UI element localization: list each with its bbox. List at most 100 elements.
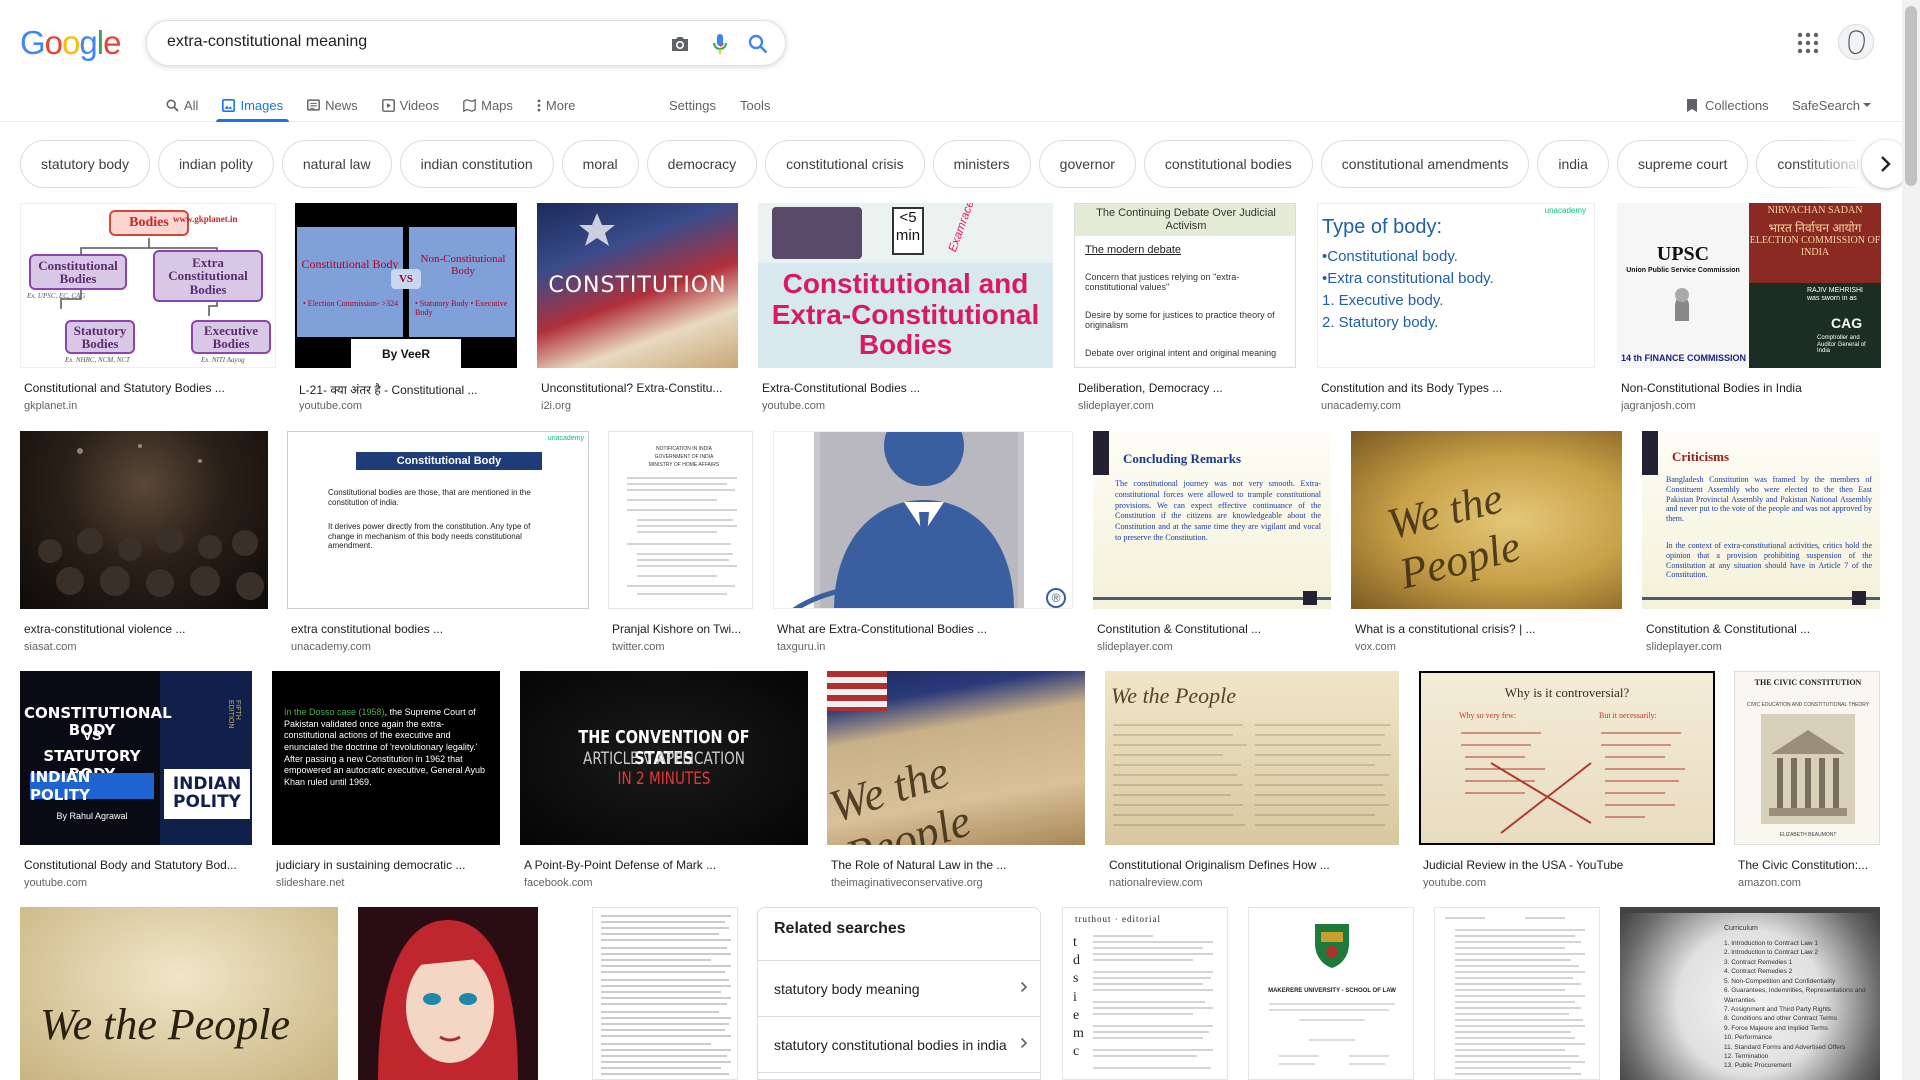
thumb-text: NOTIFICATION IN INDIA — [655, 446, 713, 452]
result-source: gkplanet.in — [24, 400, 78, 412]
tab-videos[interactable]: Videos — [381, 88, 452, 122]
thumb-text: Executive Bodies — [191, 320, 271, 354]
thumb-text: Constitutional Body — [301, 257, 399, 272]
image-result[interactable]: <5 min Examrace Constitutional and Extra… — [758, 203, 1053, 413]
image-result[interactable]: CONSTITUTIONAL BODY VS STATUTORY BODY IN… — [20, 671, 252, 893]
thumb-text: 2. Introduction to Contract Law 2 — [1724, 949, 1818, 957]
related-searches: Related searches statutory body meaning … — [757, 907, 1041, 1080]
thumb-text: Non-Constitutional Body — [420, 252, 506, 277]
apps-grid-icon[interactable] — [1796, 31, 1820, 55]
result-thumbnail: unacademy Constitutional Body Constituti… — [287, 431, 589, 609]
image-result[interactable]: NOTIFICATION IN INDIA GOVERNMENT OF INDI… — [608, 431, 753, 653]
chip[interactable]: statutory body — [20, 140, 150, 188]
image-result[interactable]: THE CONVENTION OF STATES ARTICLE V APPLI… — [520, 671, 808, 893]
tools-link[interactable]: Tools — [740, 88, 770, 122]
result-thumbnail: Criticisms Bangladesh Constitution was f… — [1642, 431, 1880, 609]
scrollbar-thumb[interactable] — [1905, 6, 1917, 186]
chip[interactable]: moral — [561, 140, 639, 188]
search-icon[interactable] — [745, 31, 771, 57]
related-search-item[interactable] — [758, 1072, 1040, 1079]
chip[interactable]: governor — [1038, 140, 1136, 188]
tab-more[interactable]: More — [537, 88, 588, 122]
result-thumbnail: <5 min Examrace Constitutional and Extra… — [758, 203, 1053, 368]
settings-link[interactable]: Settings — [669, 88, 716, 122]
tab-maps[interactable]: Maps — [463, 88, 525, 122]
image-result[interactable]: CONSTITUTION Unconstitutional? Extra-Con… — [537, 203, 738, 413]
tab-images[interactable]: Images — [216, 88, 295, 122]
header: Google All Images Ne — [0, 0, 1920, 122]
image-result[interactable]: We the People The Role of Natural Law in… — [827, 671, 1085, 893]
chip[interactable]: supreme court — [1616, 140, 1749, 188]
image-result[interactable] — [592, 907, 738, 1080]
collections-link[interactable]: Collections — [1686, 88, 1769, 122]
related-search-item[interactable]: statutory constitutional bodies in india — [758, 1016, 1040, 1072]
map-icon — [463, 98, 476, 112]
image-result[interactable]: MAKERERE UNIVERSITY - SCHOOL OF LAW — [1248, 907, 1414, 1080]
thumb-text: Constitutional bodies are those, that ar… — [328, 488, 531, 507]
thumb-text: Concern that justices relying on "extra-… — [1085, 272, 1240, 292]
chip[interactable]: constitutional crisis — [765, 140, 925, 188]
thumb-text: RAJIV MEHRISHI was sworn in as — [1807, 287, 1864, 303]
thumb-text: 13. Public Procurement — [1724, 1062, 1792, 1070]
image-result[interactable]: In the Dosso case (1958), the Supreme Co… — [272, 671, 500, 893]
avatar[interactable] — [1838, 24, 1874, 60]
thumb-text: ELIZABETH BEAUMONT — [1779, 832, 1837, 838]
chip[interactable]: indian constitution — [399, 140, 554, 188]
thumb-text: Ex. UPSC, EC, CAG — [27, 292, 86, 300]
thumb-text: ARTICLE V APPLICATION — [583, 749, 745, 769]
image-result[interactable]: Concluding Remarks The constitutional jo… — [1093, 431, 1331, 653]
thumb-text: ELECTION COMMISSION OF INDIA — [1749, 235, 1881, 258]
image-result[interactable]: Criticisms Bangladesh Constitution was f… — [1642, 431, 1880, 653]
thumb-text: CAG — [1831, 315, 1863, 331]
chip[interactable]: constitutional amendments — [1320, 140, 1530, 188]
chip[interactable]: natural law — [281, 140, 392, 188]
image-result[interactable]: Why is it controversial? Why so very few… — [1419, 671, 1715, 893]
image-result[interactable]: unacademy Type of body: •Constitutional … — [1317, 203, 1595, 413]
result-thumbnail: Bodies www.gkplanet.in Constitutional Bo… — [20, 203, 276, 368]
image-result[interactable]: unacademy Constitutional Body Constituti… — [287, 431, 589, 653]
image-result[interactable] — [1434, 907, 1600, 1080]
thumb-text: • Election Commission- >324 — [303, 299, 399, 308]
result-source: youtube.com — [24, 877, 87, 889]
thumb-text: 12. Termination — [1724, 1053, 1769, 1061]
image-result[interactable]: We the People Constitutional Originalism… — [1105, 671, 1399, 893]
result-caption: What is a constitutional crisis? | ... — [1355, 622, 1536, 636]
tab-label: More — [545, 97, 576, 113]
thumb-text: ® — [1046, 588, 1066, 608]
thumb-text: In the context of extra-constitutional a… — [1666, 541, 1872, 580]
chip[interactable]: constitutional bodies — [1143, 140, 1313, 188]
image-result[interactable]: extra-constitutional violence ... siasat… — [20, 431, 268, 653]
microphone-icon[interactable] — [707, 31, 733, 57]
star-icon — [579, 213, 615, 246]
result-thumbnail: We the People — [20, 907, 338, 1080]
image-result[interactable]: Constitutional Body VS Non-Constitutiona… — [295, 203, 517, 413]
result-thumbnail: In the Dosso case (1958), the Supreme Co… — [272, 671, 500, 845]
image-result[interactable]: Bodies www.gkplanet.in Constitutional Bo… — [20, 203, 276, 413]
chip[interactable]: ministers — [932, 140, 1031, 188]
tab-label: Videos — [399, 97, 440, 113]
thumb-text: unacademy — [1544, 206, 1586, 215]
tab-all[interactable]: All — [166, 88, 210, 122]
image-result[interactable]: THE CIVIC CONSTITUTION CIVIC EDUCATION A… — [1734, 671, 1880, 893]
image-result[interactable] — [358, 907, 538, 1080]
chip[interactable]: india — [1537, 140, 1609, 188]
image-result[interactable]: ® What are Extra-Constitutional Bodies .… — [773, 431, 1073, 653]
related-search-item[interactable]: statutory body meaning — [758, 960, 1040, 1016]
image-result[interactable]: The Continuing Debate Over Judicial Acti… — [1074, 203, 1296, 413]
image-result[interactable]: Curriculum 1. Introduction to Contract L… — [1620, 907, 1880, 1080]
camera-icon[interactable] — [667, 31, 693, 57]
image-result[interactable]: We the People What is a constitutional c… — [1351, 431, 1622, 653]
result-source: slideplayer.com — [1097, 641, 1173, 653]
safesearch-menu[interactable]: SafeSearch — [1792, 88, 1872, 122]
image-result[interactable]: truthout · editorial t d s i e m c — [1062, 907, 1228, 1080]
chip[interactable]: indian polity — [157, 140, 274, 188]
result-source: i2i.org — [541, 400, 571, 412]
thumb-text: Debate over original intent and original… — [1085, 348, 1277, 358]
image-result[interactable]: UPSC Union Public Service Commission NIR… — [1617, 203, 1881, 413]
tab-news[interactable]: News — [307, 88, 370, 122]
google-logo[interactable]: Google — [20, 24, 121, 62]
search-input[interactable] — [167, 33, 637, 51]
result-thumbnail: THE CIVIC CONSTITUTION CIVIC EDUCATION A… — [1734, 671, 1880, 845]
chip[interactable]: democracy — [646, 140, 758, 188]
image-result[interactable]: We the People — [20, 907, 338, 1080]
